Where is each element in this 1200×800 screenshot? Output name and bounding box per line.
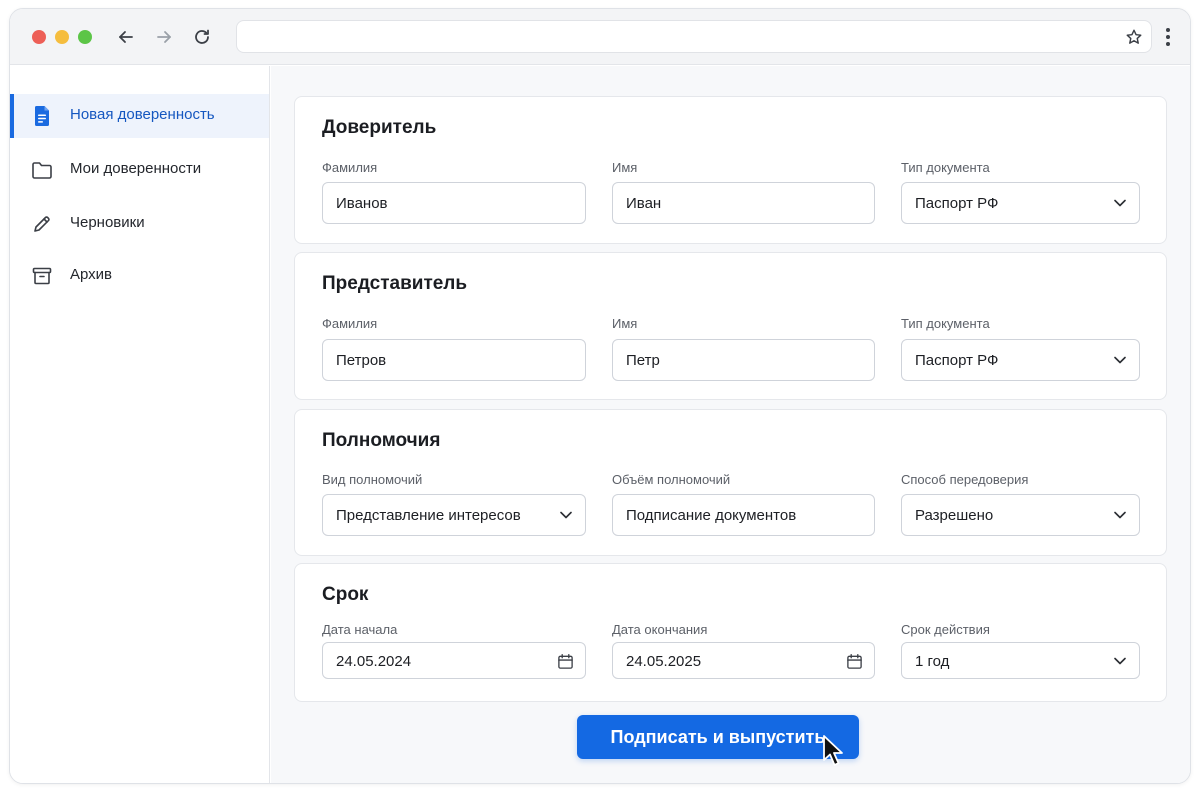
field-label: Объём полномочий bbox=[612, 472, 731, 487]
powers-section: Полномочия Вид полномочий Представление … bbox=[294, 409, 1167, 556]
archive-box-icon bbox=[30, 264, 54, 288]
arrow-left-icon bbox=[119, 31, 133, 43]
powers-scope-input[interactable]: Подписание документов bbox=[612, 494, 875, 536]
powers-kind-select[interactable]: Представление интересов bbox=[322, 494, 586, 536]
sidebar: Новая доверенность Мои доверенности Черн… bbox=[10, 66, 270, 783]
representative-name-input[interactable]: Петр bbox=[612, 339, 875, 381]
calendar-icon[interactable] bbox=[844, 651, 864, 671]
sidebar-item-archive[interactable]: Архив bbox=[10, 254, 269, 298]
folder-icon bbox=[30, 158, 54, 182]
field-value: Разрешено bbox=[915, 507, 994, 524]
field-value: Паспорт РФ bbox=[915, 195, 999, 212]
address-bar[interactable] bbox=[236, 20, 1152, 53]
browser-menu-button[interactable] bbox=[1158, 25, 1178, 49]
back-button[interactable] bbox=[114, 25, 138, 49]
duration-select[interactable]: 1 год bbox=[901, 642, 1140, 679]
field-label: Способ передоверия bbox=[901, 472, 1029, 487]
field-label: Имя bbox=[612, 316, 638, 331]
browser-toolbar bbox=[10, 9, 1190, 65]
chevron-down-icon bbox=[1113, 353, 1127, 367]
reload-icon bbox=[195, 29, 209, 44]
field-value: Представление интересов bbox=[336, 507, 521, 524]
sign-and-issue-button[interactable]: Подписать и выпустить bbox=[577, 715, 859, 759]
star-icon bbox=[1126, 29, 1142, 44]
field-label: Фамилия bbox=[322, 316, 378, 331]
maximize-window-button[interactable] bbox=[78, 30, 92, 44]
field-label: Вид полномочий bbox=[322, 472, 423, 487]
form-area: Доверитель Фамилия Иванов Имя Иван Тип д… bbox=[271, 66, 1190, 783]
start-date-input[interactable]: 24.05.2024 bbox=[322, 642, 586, 679]
section-title: Срок bbox=[322, 584, 369, 605]
principal-name-input[interactable]: Иван bbox=[612, 182, 875, 224]
section-title: Доверитель bbox=[322, 117, 437, 138]
browser-window: Новая доверенность Мои доверенности Черн… bbox=[9, 8, 1191, 784]
sidebar-item-label: Черновики bbox=[70, 214, 145, 231]
field-value: Паспорт РФ bbox=[915, 352, 999, 369]
field-value: Иван bbox=[626, 195, 662, 212]
field-value: 24.05.2024 bbox=[336, 653, 412, 670]
field-label: Фамилия bbox=[322, 160, 378, 175]
arrow-right-icon bbox=[157, 31, 171, 43]
principal-surname-input[interactable]: Иванов bbox=[322, 182, 586, 224]
chevron-down-icon bbox=[1113, 654, 1127, 668]
mouse-pointer-icon bbox=[823, 735, 843, 766]
kebab-dot bbox=[1166, 28, 1170, 32]
address-input[interactable] bbox=[237, 21, 1097, 52]
forward-button[interactable] bbox=[152, 25, 176, 49]
field-label: Тип документа bbox=[901, 160, 990, 175]
field-value: Подписание документов bbox=[626, 507, 797, 524]
sidebar-item-label: Архив bbox=[70, 266, 113, 283]
document-icon bbox=[30, 104, 54, 128]
close-window-button[interactable] bbox=[32, 30, 46, 44]
field-value: Иванов bbox=[336, 195, 388, 212]
chevron-down-icon bbox=[1113, 196, 1127, 210]
sidebar-item-label: Мои доверенности bbox=[70, 160, 202, 177]
redelegation-select[interactable]: Разрешено bbox=[901, 494, 1140, 536]
field-label: Дата начала bbox=[322, 622, 398, 637]
section-title: Полномочия bbox=[322, 430, 441, 451]
sidebar-item-my-poa[interactable]: Мои доверенности bbox=[10, 148, 269, 192]
calendar-icon[interactable] bbox=[555, 651, 575, 671]
representative-doc-type-select[interactable]: Паспорт РФ bbox=[901, 339, 1140, 381]
field-label: Тип документа bbox=[901, 316, 990, 331]
field-label: Имя bbox=[612, 160, 638, 175]
section-title: Представитель bbox=[322, 273, 468, 294]
term-section: Срок Дата начала 24.05.2024 Дата окончан… bbox=[294, 563, 1167, 702]
principal-doc-type-select[interactable]: Паспорт РФ bbox=[901, 182, 1140, 224]
representative-surname-input[interactable]: Петров bbox=[322, 339, 586, 381]
sidebar-item-new-poa[interactable]: Новая доверенность bbox=[10, 94, 269, 138]
field-value: Петров bbox=[336, 352, 387, 369]
field-label: Срок действия bbox=[901, 622, 990, 637]
reload-button[interactable] bbox=[190, 25, 214, 49]
principal-section: Доверитель Фамилия Иванов Имя Иван Тип д… bbox=[294, 96, 1167, 244]
sidebar-item-drafts[interactable]: Черновики bbox=[10, 202, 269, 246]
field-label: Дата окончания bbox=[612, 622, 708, 637]
field-value: Петр bbox=[626, 352, 660, 369]
sidebar-item-label: Новая доверенность bbox=[70, 106, 215, 123]
chevron-down-icon bbox=[559, 508, 573, 522]
end-date-input[interactable]: 24.05.2025 bbox=[612, 642, 875, 679]
pencil-icon bbox=[30, 212, 54, 236]
kebab-dot bbox=[1166, 42, 1170, 46]
minimize-window-button[interactable] bbox=[55, 30, 69, 44]
field-value: 1 год bbox=[915, 653, 950, 670]
bookmark-button[interactable] bbox=[1123, 26, 1145, 48]
representative-section: Представитель Фамилия Петров Имя Петр Ти… bbox=[294, 252, 1167, 400]
field-value: 24.05.2025 bbox=[626, 653, 702, 670]
chevron-down-icon bbox=[1113, 508, 1127, 522]
kebab-dot bbox=[1166, 35, 1170, 39]
